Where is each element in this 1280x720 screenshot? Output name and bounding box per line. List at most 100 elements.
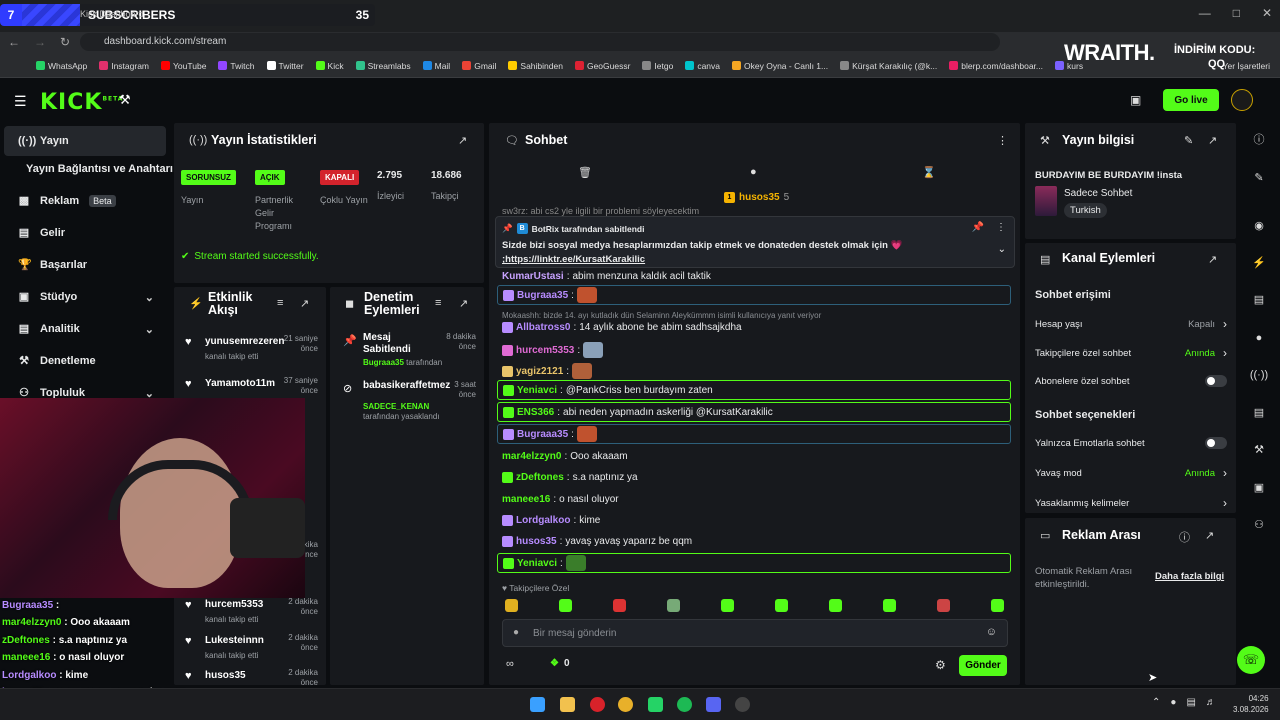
- info-icon[interactable]: ⓘ: [1249, 130, 1269, 150]
- more-icon[interactable]: ⋮: [996, 222, 1006, 233]
- bookmark-item[interactable]: blerp.com/dashboar...: [949, 61, 1043, 71]
- chat-username[interactable]: Lordgalkoo: [516, 515, 570, 526]
- emote-picker-icon[interactable]: [991, 599, 1004, 612]
- chevron-up-icon[interactable]: ⌃: [1152, 697, 1160, 708]
- sidebar-item-analytics[interactable]: ▤ Analitik ⌄: [4, 314, 166, 344]
- camera-icon[interactable]: ◉: [1249, 216, 1269, 236]
- channel-setting-row[interactable]: Abonelere özel sohbet: [1035, 375, 1227, 387]
- emote-picker-icon[interactable]: [883, 599, 896, 612]
- theater-mode-icon[interactable]: ▣: [1130, 93, 1141, 107]
- chat-username[interactable]: Yeniavci: [517, 385, 557, 396]
- sidebar-item-stream-key[interactable]: Yayın Bağlantısı ve Anahtarı: [4, 154, 174, 184]
- popout-icon[interactable]: ↗: [300, 297, 309, 310]
- users-icon[interactable]: ⚇: [1249, 515, 1269, 535]
- go-live-button[interactable]: Go live: [1163, 89, 1219, 111]
- bookmark-item[interactable]: GeoGuessr: [574, 61, 630, 71]
- setting-control[interactable]: [1205, 375, 1227, 387]
- trash-icon[interactable]: 🗑: [578, 166, 592, 179]
- forward-icon[interactable]: →: [34, 35, 46, 49]
- chat-username[interactable]: mar4elzzyn0: [502, 451, 561, 462]
- bookmark-item[interactable]: Kürşat Karakılıç (@k...: [840, 61, 937, 71]
- bookmark-item[interactable]: Twitter: [266, 61, 304, 71]
- setting-control[interactable]: Anında ›: [1185, 466, 1227, 480]
- discord-icon[interactable]: [706, 697, 721, 712]
- emote-picker-icon[interactable]: [775, 599, 788, 612]
- user-avatar[interactable]: [1231, 89, 1253, 111]
- language-tag[interactable]: Turkish: [1064, 203, 1107, 218]
- activity-user[interactable]: husos35: [205, 670, 246, 681]
- emote-picker-icon[interactable]: [829, 599, 842, 612]
- bookmark-item[interactable]: Mail: [422, 61, 450, 71]
- back-icon[interactable]: ←: [8, 35, 20, 49]
- popout-icon[interactable]: ↗: [458, 134, 467, 147]
- chat-username[interactable]: Yeniavci: [517, 558, 557, 569]
- broadcast-icon[interactable]: ((·)): [1249, 365, 1269, 385]
- bookmark-item[interactable]: Okey Oyna - Canlı 1...: [732, 61, 828, 71]
- browser-tab-title[interactable]: Kick Dashboard: [80, 9, 144, 19]
- sidebar-item-broadcast[interactable]: ((·)) Yayın: [4, 126, 166, 156]
- activity-user[interactable]: hurcem5353: [205, 599, 263, 610]
- emote-picker-icon[interactable]: [721, 599, 734, 612]
- file-explorer-icon[interactable]: [560, 697, 575, 712]
- moderation-actor[interactable]: SADECE_KENAN: [363, 402, 429, 411]
- popout-icon[interactable]: ↗: [1205, 529, 1214, 542]
- chat-bubble-icon[interactable]: ●: [750, 166, 757, 178]
- chat-username[interactable]: Bugraaa35: [517, 429, 568, 440]
- sidebar-item-revenue[interactable]: ▤ Gelir: [4, 218, 166, 248]
- category-name[interactable]: Sadece Sohbet: [1064, 188, 1132, 199]
- other-bookmarks[interactable]: Yer İşaretleri: [1223, 61, 1270, 71]
- channel-setting-row[interactable]: Yalnızca Emotlarla sohbet: [1035, 437, 1227, 449]
- obs-icon[interactable]: [735, 697, 750, 712]
- chat-username[interactable]: maneee16: [502, 494, 550, 505]
- filter-icon[interactable]: ≡: [277, 297, 283, 309]
- channel-setting-row[interactable]: Takipçilere özel sohbet Anında ›: [1035, 346, 1227, 360]
- channel-setting-row[interactable]: Yavaş mod Anında ›: [1035, 466, 1227, 480]
- minimize-icon[interactable]: —: [1199, 6, 1211, 20]
- more-icon[interactable]: ⋮: [997, 134, 1008, 147]
- category-thumbnail[interactable]: [1035, 186, 1057, 216]
- chat-input[interactable]: ● Bir mesaj gönderin ☺: [502, 619, 1008, 647]
- popout-icon[interactable]: ↗: [1208, 134, 1217, 147]
- whatsapp-icon[interactable]: [648, 697, 663, 712]
- chat-username[interactable]: zDeftones: [516, 472, 564, 483]
- emote-picker-icon[interactable]: [505, 599, 518, 612]
- popout-icon[interactable]: ↗: [459, 297, 468, 310]
- clock[interactable]: 04:26 3.08.2026: [1233, 693, 1269, 715]
- hourglass-icon[interactable]: ⌛: [922, 166, 936, 179]
- bookmark-item[interactable]: Sahibinden: [508, 61, 563, 71]
- bookmark-item[interactable]: Gmail: [462, 61, 496, 71]
- emoji-icon[interactable]: ☺: [986, 626, 997, 638]
- chat-username[interactable]: hurcem5353: [516, 345, 574, 356]
- sidebar-item-trophy[interactable]: 🏆 Başarılar: [4, 250, 166, 280]
- setting-control[interactable]: Anında ›: [1185, 346, 1227, 360]
- sidebar-item-studio[interactable]: ▣ Stüdyo ⌄: [4, 282, 166, 312]
- moderation-actor[interactable]: Bugraaa35: [363, 358, 404, 367]
- chat-bubble-icon[interactable]: ●: [1249, 328, 1269, 348]
- setting-control[interactable]: [1205, 437, 1227, 449]
- emote-picker-icon[interactable]: [613, 599, 626, 612]
- emote-picker-icon[interactable]: [667, 599, 680, 612]
- spotify-icon[interactable]: [677, 697, 692, 712]
- bookmark-item[interactable]: YouTube: [161, 61, 206, 71]
- setting-control[interactable]: Kapalı ›: [1188, 317, 1227, 331]
- bookmark-item[interactable]: Streamlabs: [355, 61, 411, 71]
- support-icon[interactable]: ☏: [1237, 646, 1265, 674]
- chevron-down-icon[interactable]: ⌄: [998, 244, 1006, 255]
- activity-user[interactable]: Yamamoto11m: [205, 378, 275, 389]
- bolt-icon[interactable]: ⚡: [1249, 253, 1269, 273]
- windows-start-icon[interactable]: [530, 697, 545, 712]
- window-icon[interactable]: ▣: [1249, 478, 1269, 498]
- channel-setting-row[interactable]: Hesap yaşı Kapalı ›: [1035, 317, 1227, 331]
- kick-logo[interactable]: KICKBETA: [40, 90, 123, 115]
- chat-username[interactable]: KumarUstasi: [502, 271, 564, 282]
- activity-user[interactable]: Lukesteinnn: [205, 635, 264, 646]
- send-button[interactable]: Gönder: [959, 655, 1007, 676]
- toggle-switch[interactable]: [1205, 375, 1227, 387]
- bookmark-item[interactable]: Instagram: [99, 61, 149, 71]
- pinned-link[interactable]: ;https://linktr.ee/KursatKarakilic: [502, 254, 645, 265]
- edit-icon[interactable]: ✎: [1184, 134, 1193, 147]
- bookmark-item[interactable]: canva: [685, 61, 720, 71]
- chrome-icon[interactable]: [618, 697, 633, 712]
- top-gifter-name[interactable]: husos35: [739, 192, 780, 203]
- unpin-icon[interactable]: 📌: [972, 222, 984, 233]
